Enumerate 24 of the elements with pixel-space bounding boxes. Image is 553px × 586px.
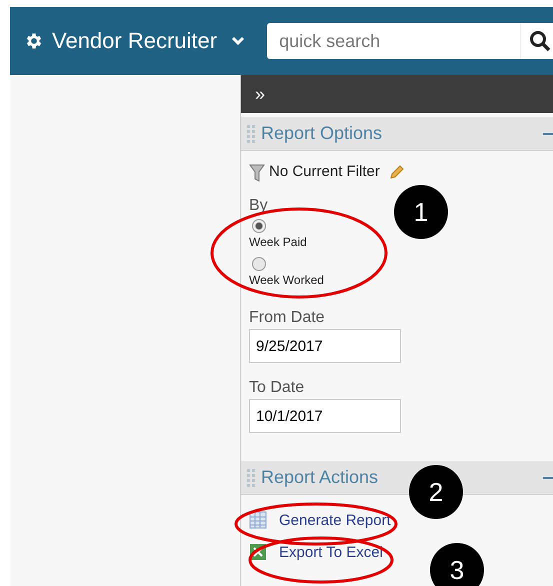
field-label: To Date — [249, 379, 304, 397]
section-title: Report Actions — [261, 467, 378, 488]
table-icon[interactable] — [249, 511, 267, 529]
radio-label: Week Worked — [249, 273, 324, 287]
field-label: By — [249, 197, 268, 215]
date-field[interactable]: 10/1/2017 — [249, 399, 401, 433]
filter-status: No Current Filter — [269, 163, 380, 180]
filter-icon[interactable] — [249, 163, 265, 183]
search-icon — [529, 30, 551, 52]
app-title: Vendor Recruiter — [52, 28, 218, 54]
date-field[interactable]: 9/25/2017 — [249, 329, 401, 363]
radio-label: Week Paid — [249, 235, 307, 249]
field-label: From Date — [249, 309, 325, 327]
drag-handle-icon[interactable] — [247, 468, 255, 486]
chevron-down-icon[interactable] — [231, 36, 246, 46]
settings-icon[interactable] — [24, 31, 44, 51]
radio-button[interactable] — [252, 257, 266, 271]
pencil-icon[interactable] — [388, 165, 404, 181]
search-field[interactable]: quick search — [267, 23, 520, 59]
expand-toggle[interactable]: » — [255, 84, 266, 104]
radio-button[interactable] — [252, 219, 266, 233]
search-button[interactable] — [520, 23, 553, 59]
drag-handle-icon[interactable] — [247, 124, 255, 142]
section-title: Report Options — [261, 123, 382, 144]
